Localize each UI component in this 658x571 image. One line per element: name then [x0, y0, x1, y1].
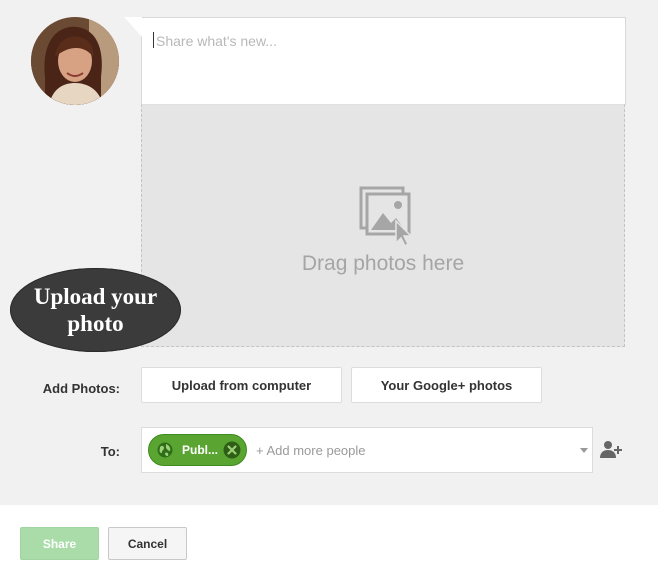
globe-icon	[157, 442, 173, 458]
recipients-field[interactable]: Publ... + Add more people	[141, 427, 593, 473]
share-input[interactable]	[154, 28, 608, 54]
cancel-button[interactable]: Cancel	[108, 527, 187, 560]
dropzone-text: Drag photos here	[301, 252, 465, 275]
add-more-people-input[interactable]: + Add more people	[256, 443, 366, 458]
callout-text: Upload your photo	[33, 284, 158, 336]
chevron-down-icon[interactable]	[580, 448, 588, 453]
google-photos-button[interactable]: Your Google+ photos	[351, 367, 542, 403]
photo-drag-icon	[359, 186, 413, 247]
upload-photo-callout: Upload your photo	[10, 268, 181, 352]
add-photos-label: Add Photos:	[42, 381, 120, 396]
share-button[interactable]: Share	[20, 527, 99, 560]
avatar	[31, 17, 119, 105]
public-circle-chip[interactable]: Publ...	[148, 434, 247, 466]
avatar-portrait-icon	[31, 17, 119, 105]
person-add-icon[interactable]	[600, 440, 622, 458]
compose-pointer	[124, 17, 142, 37]
to-label: To:	[100, 444, 120, 459]
share-box-panel: Drag photos here Upload your photo Add P…	[0, 0, 658, 505]
photo-dropzone[interactable]: Drag photos here	[141, 104, 625, 347]
remove-chip-icon[interactable]	[223, 441, 241, 459]
upload-from-computer-button[interactable]: Upload from computer	[141, 367, 342, 403]
compose-box[interactable]	[124, 17, 626, 105]
chip-label: Publ...	[182, 443, 218, 457]
